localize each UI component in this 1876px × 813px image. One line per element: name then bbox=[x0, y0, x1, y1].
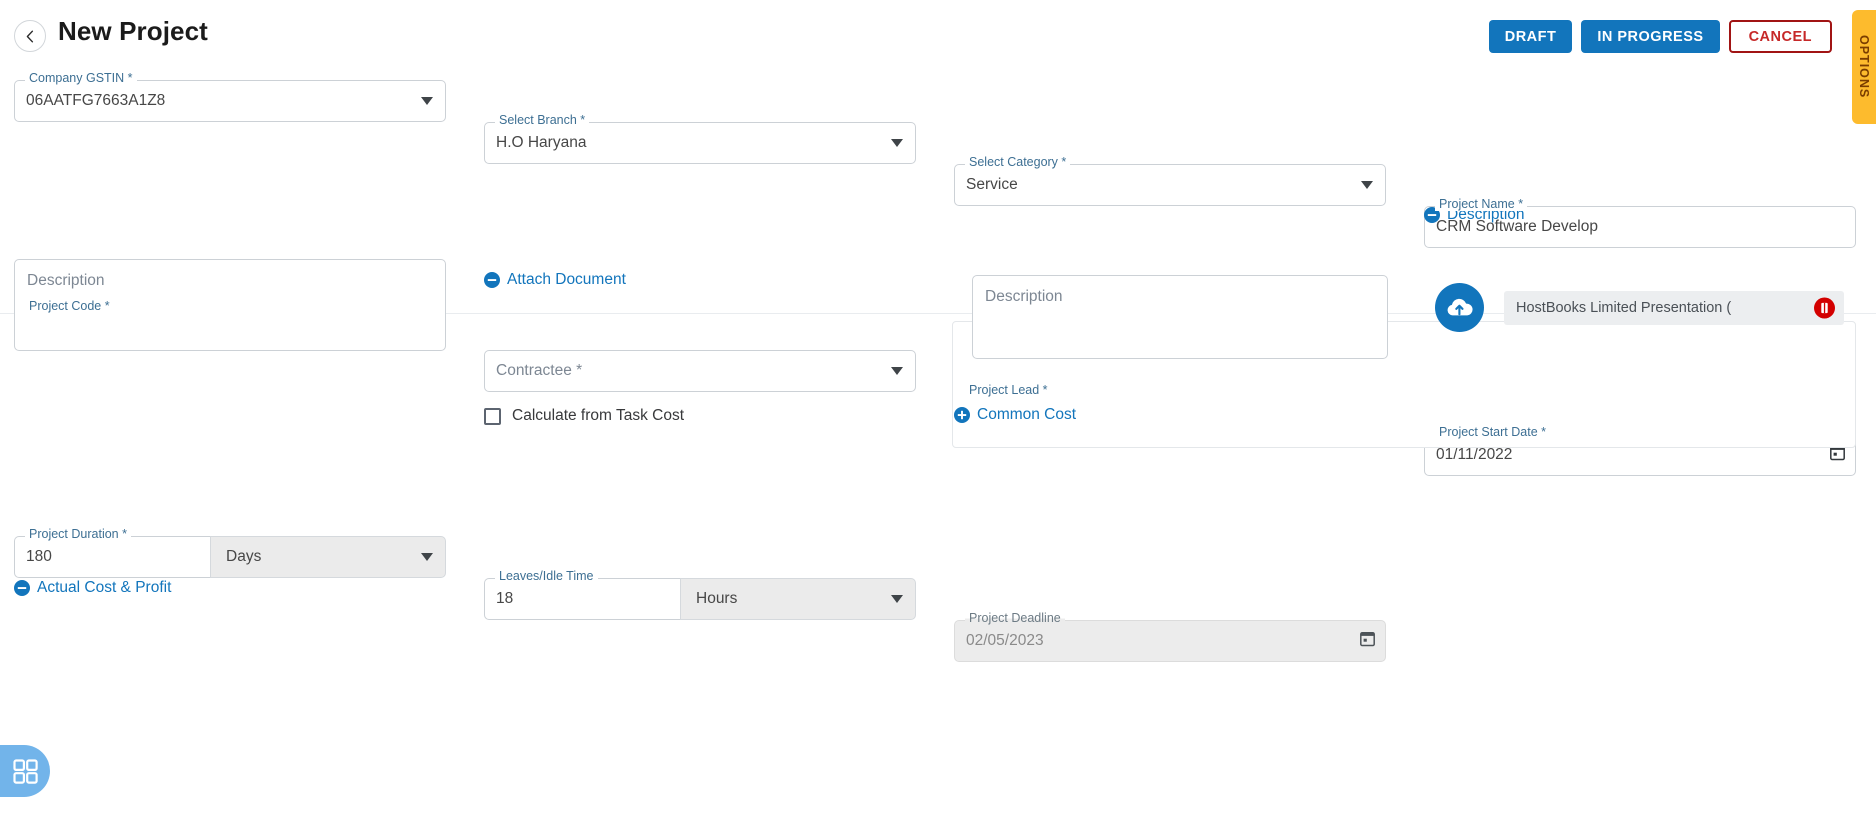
actual-cost-profit-toggle[interactable]: Actual Cost & Profit bbox=[14, 579, 446, 601]
project-duration-field[interactable]: Project Duration * 180 Days bbox=[14, 528, 446, 578]
calendar-icon[interactable] bbox=[1360, 631, 1375, 652]
minus-circle-icon bbox=[484, 272, 500, 288]
new-project-page: New Project DRAFT IN PROGRESS CANCEL OPT… bbox=[0, 0, 1876, 813]
attach-document-label: Attach Document bbox=[507, 271, 626, 288]
leaves-idle-time-field[interactable]: Leaves/Idle Time 18 Hours bbox=[484, 570, 916, 620]
draft-button[interactable]: DRAFT bbox=[1488, 20, 1573, 53]
checkbox-box[interactable] bbox=[484, 407, 501, 425]
in-progress-button[interactable]: IN PROGRESS bbox=[1581, 20, 1720, 53]
calculate-from-task-cost-label: Calculate from Task Cost bbox=[512, 407, 684, 424]
select-category-label: Select Category * bbox=[965, 156, 1071, 169]
cancel-button[interactable]: CANCEL bbox=[1728, 20, 1832, 53]
chevron-down-icon[interactable] bbox=[891, 595, 903, 603]
project-code-label: Project Code * bbox=[25, 300, 114, 313]
select-branch-value: H.O Haryana bbox=[496, 134, 587, 151]
leaves-idle-time-input[interactable] bbox=[484, 578, 680, 620]
leaves-idle-time-value: 18 bbox=[496, 590, 514, 607]
attached-file-name: HostBooks Limited Presentation ( bbox=[1516, 300, 1732, 316]
header-actions: DRAFT IN PROGRESS CANCEL bbox=[1488, 20, 1832, 53]
chevron-down-icon[interactable] bbox=[891, 139, 903, 147]
project-deadline-value: 02/05/2023 bbox=[966, 632, 1044, 649]
delete-circle-icon[interactable] bbox=[1814, 297, 1835, 319]
chevron-left-icon bbox=[26, 30, 33, 42]
chevron-down-icon[interactable] bbox=[891, 367, 903, 375]
select-category-field[interactable]: Select Category * Service bbox=[954, 156, 1386, 206]
contractee-field[interactable]: Contractee * bbox=[484, 350, 916, 392]
project-name-label: Project Name * bbox=[1435, 198, 1528, 211]
project-start-date-label: Project Start Date * bbox=[1435, 426, 1550, 439]
attach-document-toggle[interactable]: Attach Document bbox=[484, 271, 916, 293]
select-branch-label: Select Branch * bbox=[495, 114, 590, 127]
company-gstin-label: Company GSTIN * bbox=[25, 72, 137, 85]
calculate-from-task-cost-checkbox[interactable]: Calculate from Task Cost bbox=[484, 407, 916, 425]
chevron-down-icon[interactable] bbox=[421, 553, 433, 561]
attached-file-chip: HostBooks Limited Presentation ( bbox=[1504, 291, 1844, 325]
common-cost-toggle[interactable]: Common Cost bbox=[954, 406, 1386, 428]
project-form: Company GSTIN * 06AATFG7663A1Z8 Select B… bbox=[0, 66, 1876, 813]
description-left-placeholder: Description bbox=[27, 272, 105, 289]
back-button[interactable] bbox=[14, 20, 46, 52]
project-deadline-field: Project Deadline 02/05/2023 bbox=[954, 612, 1386, 662]
select-branch-field[interactable]: Select Branch * H.O Haryana bbox=[484, 114, 916, 164]
upload-button[interactable] bbox=[1435, 283, 1484, 332]
chevron-down-icon[interactable] bbox=[1361, 181, 1373, 189]
project-duration-label: Project Duration * bbox=[25, 528, 131, 541]
minus-circle-icon bbox=[14, 580, 30, 596]
leaves-idle-time-label: Leaves/Idle Time bbox=[495, 570, 598, 583]
project-duration-unit-value: Days bbox=[226, 548, 262, 565]
page-title: New Project bbox=[58, 16, 208, 46]
actual-cost-profit-label: Actual Cost & Profit bbox=[37, 579, 172, 596]
leaves-idle-time-unit-value: Hours bbox=[696, 590, 738, 607]
apps-launcher-button[interactable] bbox=[0, 745, 50, 797]
description-mid-textarea[interactable]: Description bbox=[972, 275, 1388, 359]
plus-circle-icon bbox=[954, 407, 970, 423]
grid-apps-icon bbox=[12, 758, 38, 784]
cloud-upload-icon bbox=[1447, 298, 1473, 316]
project-duration-value: 180 bbox=[26, 548, 52, 565]
select-category-value: Service bbox=[966, 176, 1018, 193]
common-cost-toggle-label: Common Cost bbox=[977, 406, 1077, 423]
project-deadline-label: Project Deadline bbox=[965, 612, 1065, 625]
description-mid-placeholder: Description bbox=[985, 288, 1063, 305]
project-lead-label: Project Lead * bbox=[965, 384, 1052, 397]
company-gstin-field[interactable]: Company GSTIN * 06AATFG7663A1Z8 bbox=[14, 72, 446, 122]
contractee-placeholder: Contractee * bbox=[496, 362, 583, 379]
chevron-down-icon[interactable] bbox=[421, 97, 433, 105]
company-gstin-value: 06AATFG7663A1Z8 bbox=[26, 92, 166, 109]
